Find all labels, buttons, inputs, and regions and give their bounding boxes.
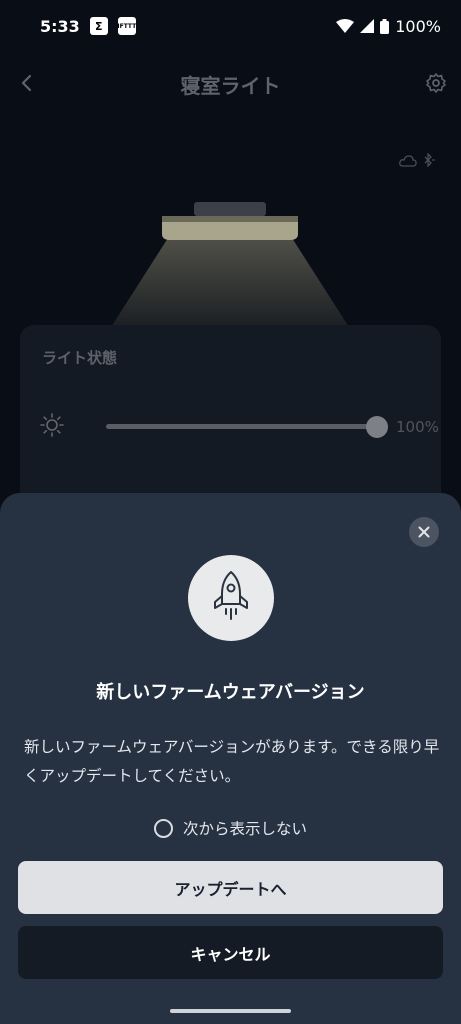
status-bar: 5:33 Σ IFTTT 100% [0,0,461,52]
brightness-row: 100% [40,411,439,441]
rocket-badge [188,555,274,641]
wifi-icon [336,19,355,33]
brightness-value: 100% [396,418,439,436]
back-icon[interactable] [16,72,38,98]
card-title: ライト状態 [42,349,118,367]
dialog-title: 新しいファームウェアバージョン [96,682,365,703]
dialog-message: 新しいファームウェアバージョンがあります。できる限り早くアップデートしてください… [24,738,440,785]
sigma-notification-icon: Σ [89,17,108,35]
cloud-icon [399,152,417,171]
dont-show-again-radio[interactable] [153,818,173,838]
cancel-button[interactable]: キャンセル [18,926,443,979]
home-indicator[interactable] [170,1009,291,1013]
page-title: 寝室ライト [180,73,281,98]
connection-status [399,152,436,171]
go-to-update-button[interactable]: アップデートへ [18,861,443,914]
close-button[interactable] [409,517,439,547]
ifttt-notification-icon: IFTTT [117,17,136,35]
close-icon [418,523,430,542]
battery-level: 100% [395,16,441,36]
firmware-update-sheet: 新しいファームウェアバージョン 新しいファームウェアバージョンがあります。できる… [0,493,461,1024]
gear-icon[interactable] [425,72,447,98]
dont-show-again-option[interactable]: 次から表示しない [0,816,461,840]
cell-signal-icon [360,19,375,33]
rocket-icon [211,570,251,626]
app-header: 寝室ライト [0,60,461,108]
brightness-slider-thumb[interactable] [366,416,388,438]
dont-show-again-label: 次から表示しない [182,820,307,838]
brightness-slider[interactable] [106,424,376,429]
battery-icon [380,18,390,34]
status-time: 5:33 [40,16,80,36]
sun-icon [40,413,64,441]
bluetooth-icon [423,152,436,171]
